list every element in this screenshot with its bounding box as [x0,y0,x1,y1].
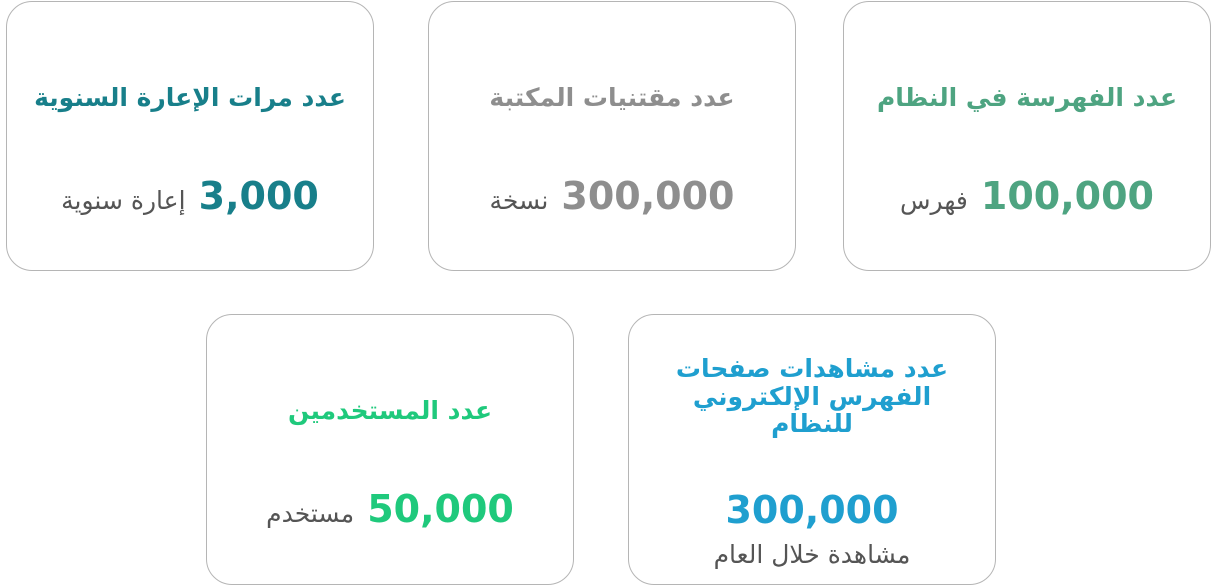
stat-line: 300,000 [639,488,985,532]
card-title: عدد الفهرسة في النظام [876,83,1178,112]
card-title: عدد مقتنيات المكتبة [489,83,735,112]
card-title: عدد مرات الإعارة السنوية [34,83,346,112]
stat-unit: مستخدم [266,499,355,528]
stat-card-page-views: عدد مشاهدات صفحات الفهرس الإلكتروني للنظ… [628,314,996,585]
stat-value: 300,000 [725,488,899,532]
stat-card-cataloging: عدد الفهرسة في النظام 100,000 فهرس [843,1,1211,271]
stat-unit: فهرس [900,186,968,215]
stat-card-holdings: عدد مقتنيات المكتبة 300,000 نسخة [428,1,796,271]
stat-card-loans: عدد مرات الإعارة السنوية 3,000 إعارة سنو… [6,1,374,271]
stat-line: 3,000 إعارة سنوية [17,174,363,218]
stat-value: 50,000 [367,487,514,531]
stat-line: 300,000 نسخة [439,174,785,218]
stat-unit: إعارة سنوية [61,186,186,215]
stat-value: 3,000 [198,174,319,218]
card-title: عدد مشاهدات صفحات الفهرس الإلكتروني للنظ… [675,354,949,438]
stat-value: 300,000 [561,174,735,218]
stat-line: 100,000 فهرس [854,174,1200,218]
stat-value: 100,000 [980,174,1154,218]
card-title: عدد المستخدمين [287,396,493,425]
stat-unit: نسخة [489,186,549,215]
stat-card-users: عدد المستخدمين 50,000 مستخدم [206,314,574,585]
stat-unit: مشاهدة خلال العام [713,540,911,569]
stat-line: 50,000 مستخدم [217,487,563,531]
